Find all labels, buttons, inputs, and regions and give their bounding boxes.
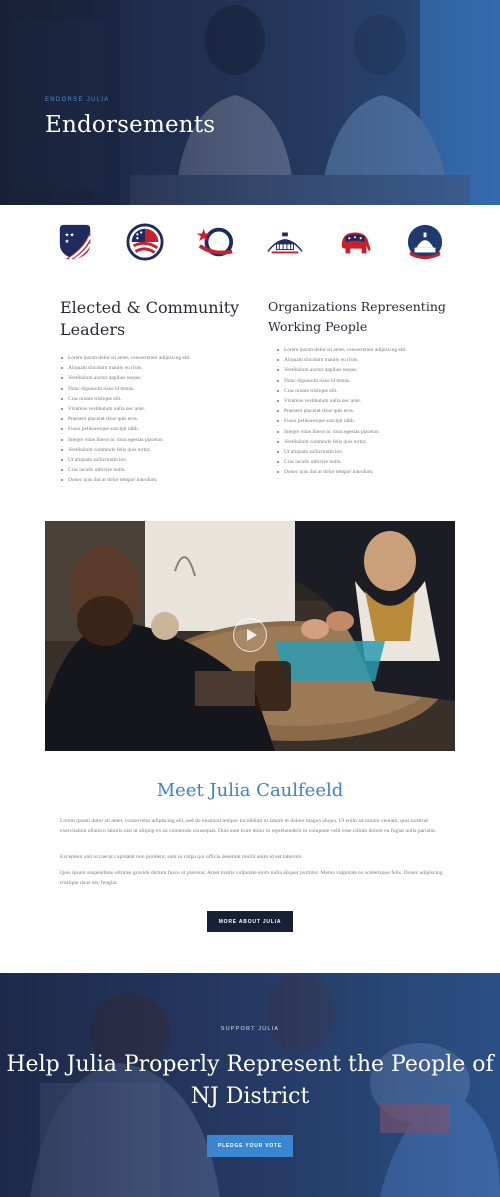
list-item: Nunc dignissim risus id metus.	[61, 384, 250, 394]
capitol-circle-icon[interactable]	[406, 223, 444, 261]
capitol-dome-icon[interactable]	[266, 223, 304, 261]
svg-text:★★: ★★	[65, 231, 75, 238]
list-item: Aliquam tincidunt mauris eu risus.	[61, 363, 250, 373]
list-item: Vestibulum auctor dapibus neque.	[61, 373, 250, 383]
list-item: Lorem ipsum dolor sit amet, consectetuer…	[277, 345, 468, 355]
list-item: Vivamus vestibulum nulla nec ante.	[277, 396, 468, 406]
svg-text:★: ★	[65, 238, 70, 245]
list-item: Integer vitae libero ac risus egestas pl…	[61, 435, 250, 445]
elected-leaders-heading: Elected & Community Leaders	[60, 298, 240, 339]
list-item: Nunc dignissim risus id metus.	[277, 376, 468, 386]
page-title: Endorsements	[45, 112, 216, 138]
elected-leaders-column: Elected & Community Leaders Lorem ipsum …	[60, 297, 250, 486]
organizations-column: Organizations Representing Working Peopl…	[268, 297, 468, 478]
support-eyebrow: SUPPORT JULIA	[220, 1026, 280, 1032]
list-item: Fusce pellentesque suscipit nibh.	[277, 416, 468, 426]
hero-eyebrow: ENDORSE JULIA	[45, 97, 110, 103]
list-item: Fusce pellentesque suscipit nibh.	[61, 424, 250, 434]
list-item: Donec quis dui at dolor tempor interdum.	[277, 467, 468, 477]
list-item: Cras iaculis ultricies nulla.	[277, 457, 468, 467]
pledge-vote-button[interactable]: PLEDGE YOUR VOTE	[207, 1135, 293, 1157]
organizations-heading: Organizations Representing Working Peopl…	[268, 299, 446, 334]
flag-globe-icon[interactable]	[126, 223, 164, 261]
support-heading: Help Julia Properly Represent the People…	[6, 1052, 494, 1109]
list-item: Ut aliquam sollicitudin leo.	[61, 455, 250, 465]
list-item: Aliquam tincidunt mauris eu risus.	[277, 355, 468, 365]
endorser-logos: ★★ ★	[0, 205, 500, 280]
list-item: Vestibulum commodo felis quis tortor.	[61, 445, 250, 455]
meet-paragraph: Quis ipsum suspendisse ultrices gravida …	[60, 870, 443, 887]
meet-heading: Meet Julia Caulfeeld	[156, 780, 344, 801]
list-item: Donec quis dui at dolor tempor interdum.	[61, 475, 250, 485]
hero-section: ENDORSE JULIA Endorsements	[0, 0, 500, 205]
star-swoosh-icon[interactable]	[196, 223, 234, 261]
play-icon[interactable]	[233, 618, 267, 652]
flag-shield-icon[interactable]: ★★ ★	[56, 223, 94, 261]
meet-paragraph: Excepteur sint occaecat cupidatat non pr…	[60, 854, 302, 860]
list-item: Praesent placerat risus quis eros.	[277, 406, 468, 416]
elephant-icon[interactable]	[336, 223, 374, 261]
more-about-julia-button[interactable]: MORE ABOUT JULIA	[207, 911, 293, 932]
meet-paragraph: Lorem ipsum dolor sit amet, consectetur …	[60, 818, 437, 835]
support-section: SUPPORT JULIA Help Julia Properly Repres…	[0, 973, 500, 1197]
list-item: Lorem ipsum dolor sit amet, consectetuer…	[61, 353, 250, 363]
list-item: Praesent placerat risus quis eros.	[61, 414, 250, 424]
list-item: Vivamus vestibulum nulla nec ante.	[61, 404, 250, 414]
elected-leaders-list: Lorem ipsum dolor sit amet, consectetuer…	[60, 353, 250, 486]
list-item: Cras ornare tristique elit.	[277, 386, 468, 396]
list-item: Vestibulum auctor dapibus neque.	[277, 365, 468, 375]
list-item: Cras iaculis ultricies nulla.	[61, 465, 250, 475]
list-item: Integer vitae libero ac risus egestas pl…	[277, 427, 468, 437]
list-item: Cras ornare tristique elit.	[61, 394, 250, 404]
list-item: Ut aliquam sollicitudin leo.	[277, 447, 468, 457]
list-item: Vestibulum commodo felis quis tortor.	[277, 437, 468, 447]
organizations-list: Lorem ipsum dolor sit amet, consectetuer…	[268, 345, 468, 478]
